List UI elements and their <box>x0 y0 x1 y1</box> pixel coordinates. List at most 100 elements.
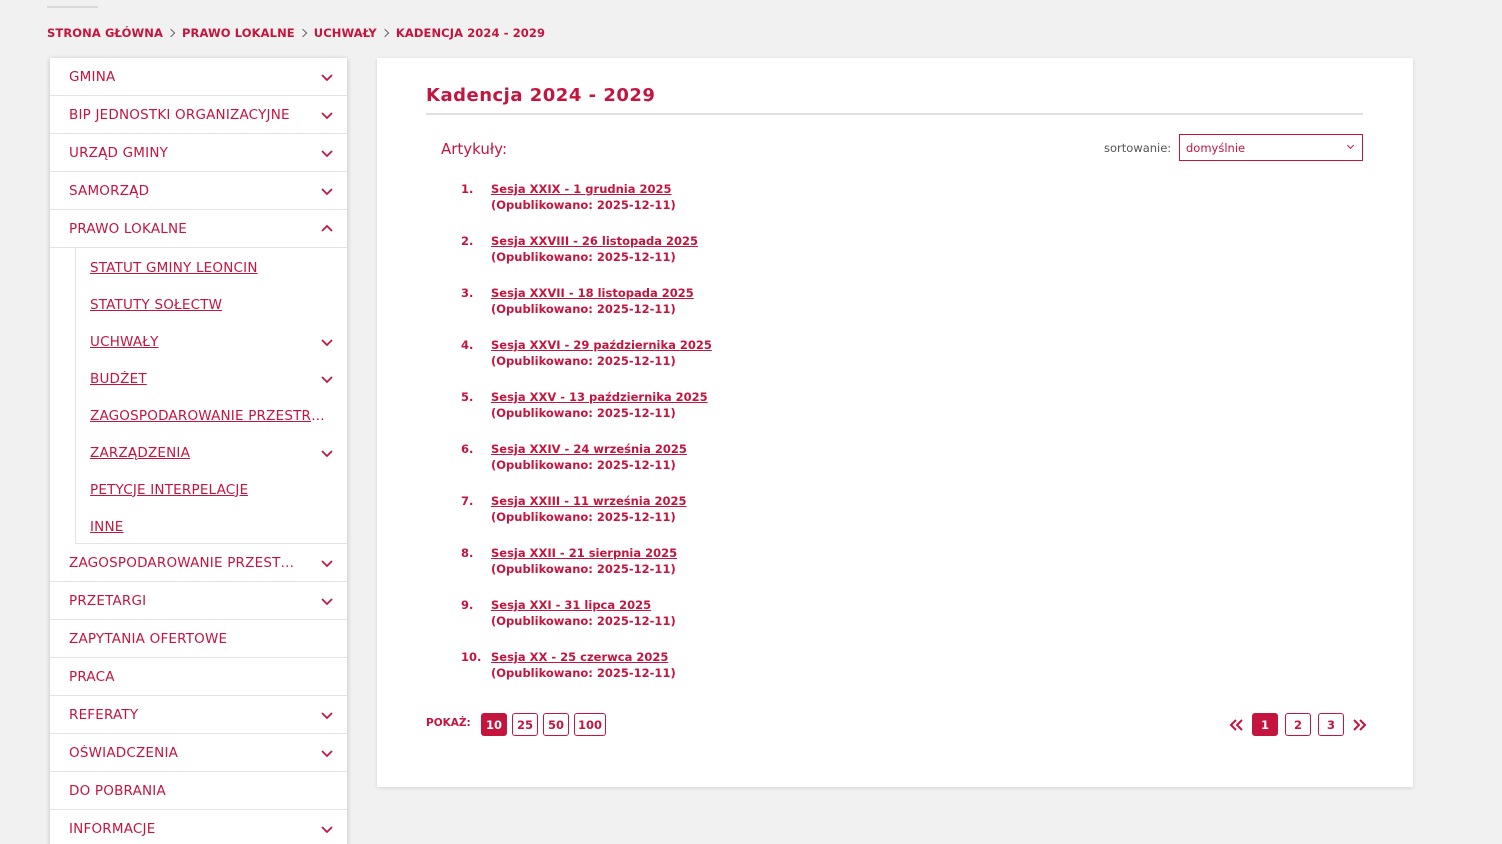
sidebar-item-label: UCHWAŁY <box>90 333 159 350</box>
sidebar-item-gmina[interactable]: GMINA <box>50 58 347 96</box>
sidebar-item-label: URZĄD GMINY <box>69 144 169 161</box>
sidebar-item-label: ZAGOSPODAROWANIE PRZESTRZE... <box>90 407 326 424</box>
sidebar-item-do-pobrania[interactable]: DO POBRANIA <box>50 772 347 810</box>
sidebar-item-label: PETYCJE INTERPELACJE <box>90 481 249 498</box>
sidebar-item-bip-jednostki-organizacyjne[interactable]: BIP JEDNOSTKI ORGANIZACYJNE <box>50 96 347 134</box>
article-published-date: (Opublikowano: 2025-12-11) <box>491 614 676 628</box>
article-link[interactable]: Sesja XXVIII - 26 listopada 2025 <box>491 234 698 248</box>
chevron-down-icon <box>321 186 333 196</box>
article-link[interactable]: Sesja XXV - 13 października 2025 <box>491 390 708 404</box>
sidebar-item-label: BIP JEDNOSTKI ORGANIZACYJNE <box>69 106 290 123</box>
chevron-down-icon <box>321 710 333 720</box>
article-published-date: (Opublikowano: 2025-12-11) <box>491 250 676 264</box>
page-1-button[interactable]: 1 <box>1252 713 1278 736</box>
article-published-date: (Opublikowano: 2025-12-11) <box>491 510 676 524</box>
sidebar-item-budżet[interactable]: BUDŻET <box>76 360 347 397</box>
article-link[interactable]: Sesja XX - 25 czerwca 2025 <box>491 650 668 664</box>
sidebar-item-oświadczenia[interactable]: OŚWIADCZENIA <box>50 734 347 772</box>
breadcrumb-item[interactable]: STRONA GŁÓWNA <box>47 26 163 40</box>
sidebar-item-label: STATUT GMINY LEONCIN <box>90 259 258 276</box>
sidebar-item-zagospodarowanie-przestrze[interactable]: ZAGOSPODAROWANIE PRZESTRZE... <box>76 397 347 434</box>
sidebar-item-label: PRAWO LOKALNE <box>69 220 188 237</box>
article-number: 3. <box>461 286 474 300</box>
show-25-button[interactable]: 25 <box>512 713 538 736</box>
sort-label: sortowanie: <box>1104 141 1172 155</box>
article-link[interactable]: Sesja XXIX - 1 grudnia 2025 <box>491 182 672 196</box>
article-link[interactable]: Sesja XXI - 31 lipca 2025 <box>491 598 651 612</box>
sidebar-item-label: ZARZĄDZENIA <box>90 444 191 461</box>
chevron-right-icon <box>380 28 390 38</box>
chevron-down-icon <box>321 374 333 384</box>
sidebar-item-label: PRACA <box>69 668 115 685</box>
sidebar-item-zarządzenia[interactable]: ZARZĄDZENIA <box>76 434 347 471</box>
sidebar-item-zapytania-ofertowe[interactable]: ZAPYTANIA OFERTOWE <box>50 620 347 658</box>
chevron-up-icon <box>321 224 333 234</box>
articles-heading: Artykuły: <box>441 140 508 158</box>
sidebar-item-label: GMINA <box>69 68 116 85</box>
sidebar-item-statuty-sołectw[interactable]: STATUTY SOŁECTW <box>76 286 347 323</box>
sort-select-value: domyślnie <box>1186 141 1246 155</box>
sidebar-menu: GMINA BIP JEDNOSTKI ORGANIZACYJNE URZĄD GM… <box>50 58 347 844</box>
sidebar-item-label: ZAGOSPODAROWANIE PRZESTRZ... <box>69 554 301 571</box>
sidebar-item-prawo-lokalne[interactable]: PRAWO LOKALNE <box>50 210 347 248</box>
page-2-button[interactable]: 2 <box>1285 713 1311 736</box>
double-chevron-left-icon[interactable] <box>1227 713 1245 736</box>
article-number: 4. <box>461 338 474 352</box>
article-published-date: (Opublikowano: 2025-12-11) <box>491 666 676 680</box>
show-50-button[interactable]: 50 <box>543 713 569 736</box>
sidebar-item-label: BUDŻET <box>90 370 147 387</box>
sidebar-item-statut-gminy-leoncin[interactable]: STATUT GMINY LEONCIN <box>76 249 347 286</box>
sidebar-item-praca[interactable]: PRACA <box>50 658 347 696</box>
article-link[interactable]: Sesja XXIV - 24 września 2025 <box>491 442 687 456</box>
sidebar-item-zagospodarowanie-przestrz[interactable]: ZAGOSPODAROWANIE PRZESTRZ... <box>50 544 347 582</box>
sidebar-item-przetargi[interactable]: PRZETARGI <box>50 582 347 620</box>
sidebar-item-label: STATUTY SOŁECTW <box>90 296 223 313</box>
chevron-down-icon <box>321 748 333 758</box>
chevron-down-icon <box>321 148 333 158</box>
article-number: 7. <box>461 494 474 508</box>
show-100-button[interactable]: 100 <box>574 713 607 736</box>
article-published-date: (Opublikowano: 2025-12-11) <box>491 198 676 212</box>
sidebar-item-uchwały[interactable]: UCHWAŁY <box>76 323 347 360</box>
article-number: 2. <box>461 234 474 248</box>
sidebar-item-label: INNE <box>90 518 124 535</box>
article-number: 5. <box>461 390 474 404</box>
title-divider <box>426 113 1363 115</box>
double-chevron-right-icon[interactable] <box>1351 713 1369 736</box>
show-per-page-options: 10 25 50 100 <box>481 713 607 736</box>
article-published-date: (Opublikowano: 2025-12-11) <box>491 562 676 576</box>
top-divider <box>47 6 98 8</box>
page-3-button[interactable]: 3 <box>1318 713 1344 736</box>
article-link[interactable]: Sesja XXIII - 11 września 2025 <box>491 494 687 508</box>
submenu-prawo-lokalne: STATUT GMINY LEONCIN STATUTY SOŁECTW UCHWA… <box>75 248 347 544</box>
show-10-button[interactable]: 10 <box>481 713 507 736</box>
article-published-date: (Opublikowano: 2025-12-11) <box>491 302 676 316</box>
breadcrumb-item[interactable]: UCHWAŁY <box>314 26 377 40</box>
sidebar-item-urząd-gminy[interactable]: URZĄD GMINY <box>50 134 347 172</box>
sort-select[interactable]: domyślnie <box>1179 134 1363 161</box>
sidebar-item-petycje-interpelacje[interactable]: PETYCJE INTERPELACJE <box>76 471 347 508</box>
sidebar-item-informacje[interactable]: INFORMACJE <box>50 810 347 844</box>
sidebar-item-label: INFORMACJE <box>69 820 156 837</box>
chevron-down-icon <box>321 72 333 82</box>
article-link[interactable]: Sesja XXVII - 18 listopada 2025 <box>491 286 694 300</box>
chevron-right-icon <box>166 28 176 38</box>
article-number: 10. <box>461 650 482 664</box>
article-number: 1. <box>461 182 474 196</box>
breadcrumb-item[interactable]: KADENCJA 2024 - 2029 <box>396 26 545 40</box>
chevron-down-icon <box>321 448 333 458</box>
chevron-down-icon <box>321 824 333 834</box>
sidebar-item-label: SAMORZĄD <box>69 182 150 199</box>
sidebar-item-inne[interactable]: INNE <box>76 508 347 545</box>
article-published-date: (Opublikowano: 2025-12-11) <box>491 354 676 368</box>
sidebar-item-referaty[interactable]: REFERATY <box>50 696 347 734</box>
sidebar-item-label: REFERATY <box>69 706 139 723</box>
sidebar-item-samorząd[interactable]: SAMORZĄD <box>50 172 347 210</box>
article-link[interactable]: Sesja XXII - 21 sierpnia 2025 <box>491 546 677 560</box>
article-link[interactable]: Sesja XXVI - 29 października 2025 <box>491 338 712 352</box>
sidebar-item-label: DO POBRANIA <box>69 782 166 799</box>
breadcrumb-item[interactable]: PRAWO LOKALNE <box>182 26 295 40</box>
sidebar-item-label: PRZETARGI <box>69 592 147 609</box>
chevron-right-icon <box>298 28 307 38</box>
chevron-down-icon <box>321 558 333 568</box>
